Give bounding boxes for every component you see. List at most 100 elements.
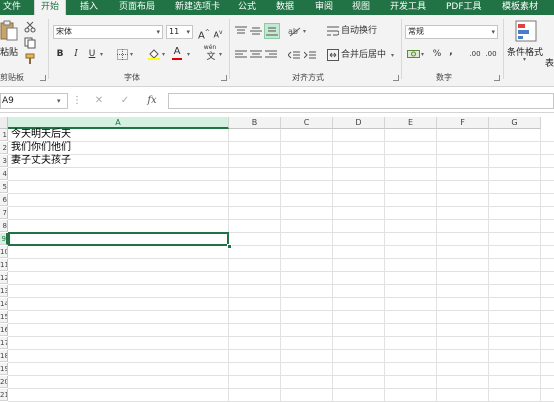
formula-input[interactable]	[168, 93, 554, 109]
cell-a2[interactable]: 我们你们他们	[11, 142, 71, 154]
row-header-19[interactable]: 19	[0, 363, 8, 375]
cell-a3[interactable]: 妻子丈夫孩子	[11, 155, 71, 167]
underline-button[interactable]: U	[87, 48, 97, 61]
chevron-down-icon[interactable]: ▾	[219, 51, 222, 58]
chevron-down-icon[interactable]: ▾	[130, 51, 133, 58]
chevron-down-icon[interactable]: ▾	[187, 51, 190, 58]
row-header-13[interactable]: 13	[0, 285, 8, 297]
currency-format-icon[interactable]	[407, 48, 421, 60]
chevron-down-icon[interactable]: ▾	[421, 51, 424, 58]
tab-data[interactable]: 数据	[276, 0, 294, 15]
format-as-table-label[interactable]: 表	[545, 56, 554, 69]
row-header-17[interactable]: 17	[0, 337, 8, 349]
row-header-3[interactable]: 3	[0, 155, 8, 167]
font-dialog-launcher[interactable]	[221, 75, 227, 81]
number-dialog-launcher[interactable]	[494, 75, 500, 81]
column-header-e[interactable]: E	[385, 117, 437, 129]
bold-button[interactable]: B	[55, 48, 65, 61]
chevron-down-icon[interactable]: ▾	[391, 52, 394, 59]
worksheet-grid[interactable]: ABCDEFG 12345678910111213141516171819202…	[0, 117, 554, 402]
column-header-c[interactable]: C	[281, 117, 333, 129]
tab-home[interactable]: 开始	[34, 0, 67, 16]
column-header-a[interactable]: A	[8, 117, 229, 129]
row-header-10[interactable]: 10	[0, 246, 8, 258]
row-header-20[interactable]: 20	[0, 376, 8, 388]
merge-center-button[interactable]: 合并后居中	[341, 49, 386, 62]
tab-view[interactable]: 视图	[352, 0, 370, 15]
fill-color-icon[interactable]	[148, 48, 160, 60]
comma-style-button[interactable]: ,	[447, 46, 455, 59]
insert-function-button[interactable]: fx	[144, 93, 160, 109]
tab-template-materials[interactable]: 模板素材	[502, 0, 538, 15]
fill-handle[interactable]	[227, 244, 232, 249]
tab-file[interactable]: 文件	[0, 0, 30, 15]
align-center-icon[interactable]	[250, 50, 262, 60]
increase-decimal-button[interactable]: .00	[468, 48, 482, 61]
percent-style-button[interactable]: %	[432, 48, 442, 61]
paste-button[interactable]: 粘贴	[0, 18, 20, 58]
increase-indent-icon[interactable]	[304, 50, 316, 60]
name-box[interactable]: A9 ▾	[0, 93, 68, 109]
align-left-icon[interactable]	[235, 50, 247, 60]
row-header-4[interactable]: 4	[0, 168, 8, 180]
active-cell-selection[interactable]	[8, 232, 229, 246]
number-format-select[interactable]: 常规 ▾	[405, 25, 498, 39]
column-header-g[interactable]: G	[489, 117, 541, 129]
tab-new-tab[interactable]: 新建选项卡	[175, 0, 220, 15]
tab-page-layout[interactable]: 页面布局	[119, 0, 155, 15]
row-header-11[interactable]: 11	[0, 259, 8, 271]
conditional-format-button[interactable]: 条件格式 ▾	[507, 18, 547, 66]
row-header-18[interactable]: 18	[0, 350, 8, 362]
chevron-down-icon[interactable]: ▾	[303, 28, 306, 35]
clipboard-dialog-launcher[interactable]	[40, 75, 46, 81]
align-bottom-button[interactable]	[264, 23, 280, 39]
row-header-5[interactable]: 5	[0, 181, 8, 193]
wrap-text-button[interactable]: 自动换行	[341, 25, 377, 38]
decrease-decimal-button[interactable]: .00	[484, 48, 498, 61]
enter-icon[interactable]: ✓	[118, 93, 132, 109]
orientation-icon[interactable]: ab	[288, 25, 302, 37]
alignment-dialog-launcher[interactable]	[393, 75, 399, 81]
format-painter-icon[interactable]	[24, 53, 36, 65]
row-header-2[interactable]: 2	[0, 142, 8, 154]
align-top-icon[interactable]	[235, 26, 247, 36]
font-color-button[interactable]: A	[172, 46, 182, 60]
font-size-select[interactable]: 11 ▾	[166, 25, 193, 39]
cut-icon[interactable]	[24, 21, 36, 33]
row-header-14[interactable]: 14	[0, 298, 8, 310]
tab-formulas[interactable]: 公式	[238, 0, 256, 15]
align-middle-icon[interactable]	[250, 26, 262, 36]
row-header-8[interactable]: 8	[0, 220, 8, 232]
row-header-1[interactable]: 1	[0, 129, 8, 141]
italic-button[interactable]: I	[71, 48, 81, 61]
chevron-down-icon[interactable]: ▾	[57, 94, 61, 108]
tab-developer[interactable]: 开发工具	[390, 0, 426, 15]
shrink-font-button[interactable]: Av	[213, 26, 223, 40]
cancel-icon[interactable]: ✕	[92, 93, 106, 109]
more-options-icon[interactable]: ⋮	[72, 93, 82, 109]
row-header-16[interactable]: 16	[0, 324, 8, 336]
border-icon[interactable]	[117, 49, 128, 60]
chevron-down-icon[interactable]: ▾	[100, 51, 103, 58]
tab-pdf-tools[interactable]: PDF工具	[446, 0, 482, 15]
column-header-b[interactable]: B	[229, 117, 281, 129]
row-gridline	[8, 206, 554, 207]
tab-review[interactable]: 审阅	[315, 0, 333, 15]
row-header-21[interactable]: 21	[0, 389, 8, 401]
grow-font-button[interactable]: A^	[198, 26, 210, 41]
align-right-icon[interactable]	[265, 50, 277, 60]
row-header-6[interactable]: 6	[0, 194, 8, 206]
row-header-15[interactable]: 15	[0, 311, 8, 323]
copy-icon[interactable]	[24, 37, 38, 49]
column-header-d[interactable]: D	[333, 117, 385, 129]
tab-insert[interactable]: 插入	[80, 0, 98, 15]
decrease-indent-icon[interactable]	[288, 50, 300, 60]
chevron-down-icon[interactable]: ▾	[162, 51, 165, 58]
cell-a1[interactable]: 今天明天后天	[11, 129, 71, 141]
row-header-12[interactable]: 12	[0, 272, 8, 284]
row-header-9[interactable]: 9	[0, 233, 8, 245]
row-header-7[interactable]: 7	[0, 207, 8, 219]
column-header-f[interactable]: F	[437, 117, 489, 129]
font-name-select[interactable]: 宋体 ▾	[53, 25, 163, 39]
select-all-button[interactable]	[0, 117, 8, 129]
